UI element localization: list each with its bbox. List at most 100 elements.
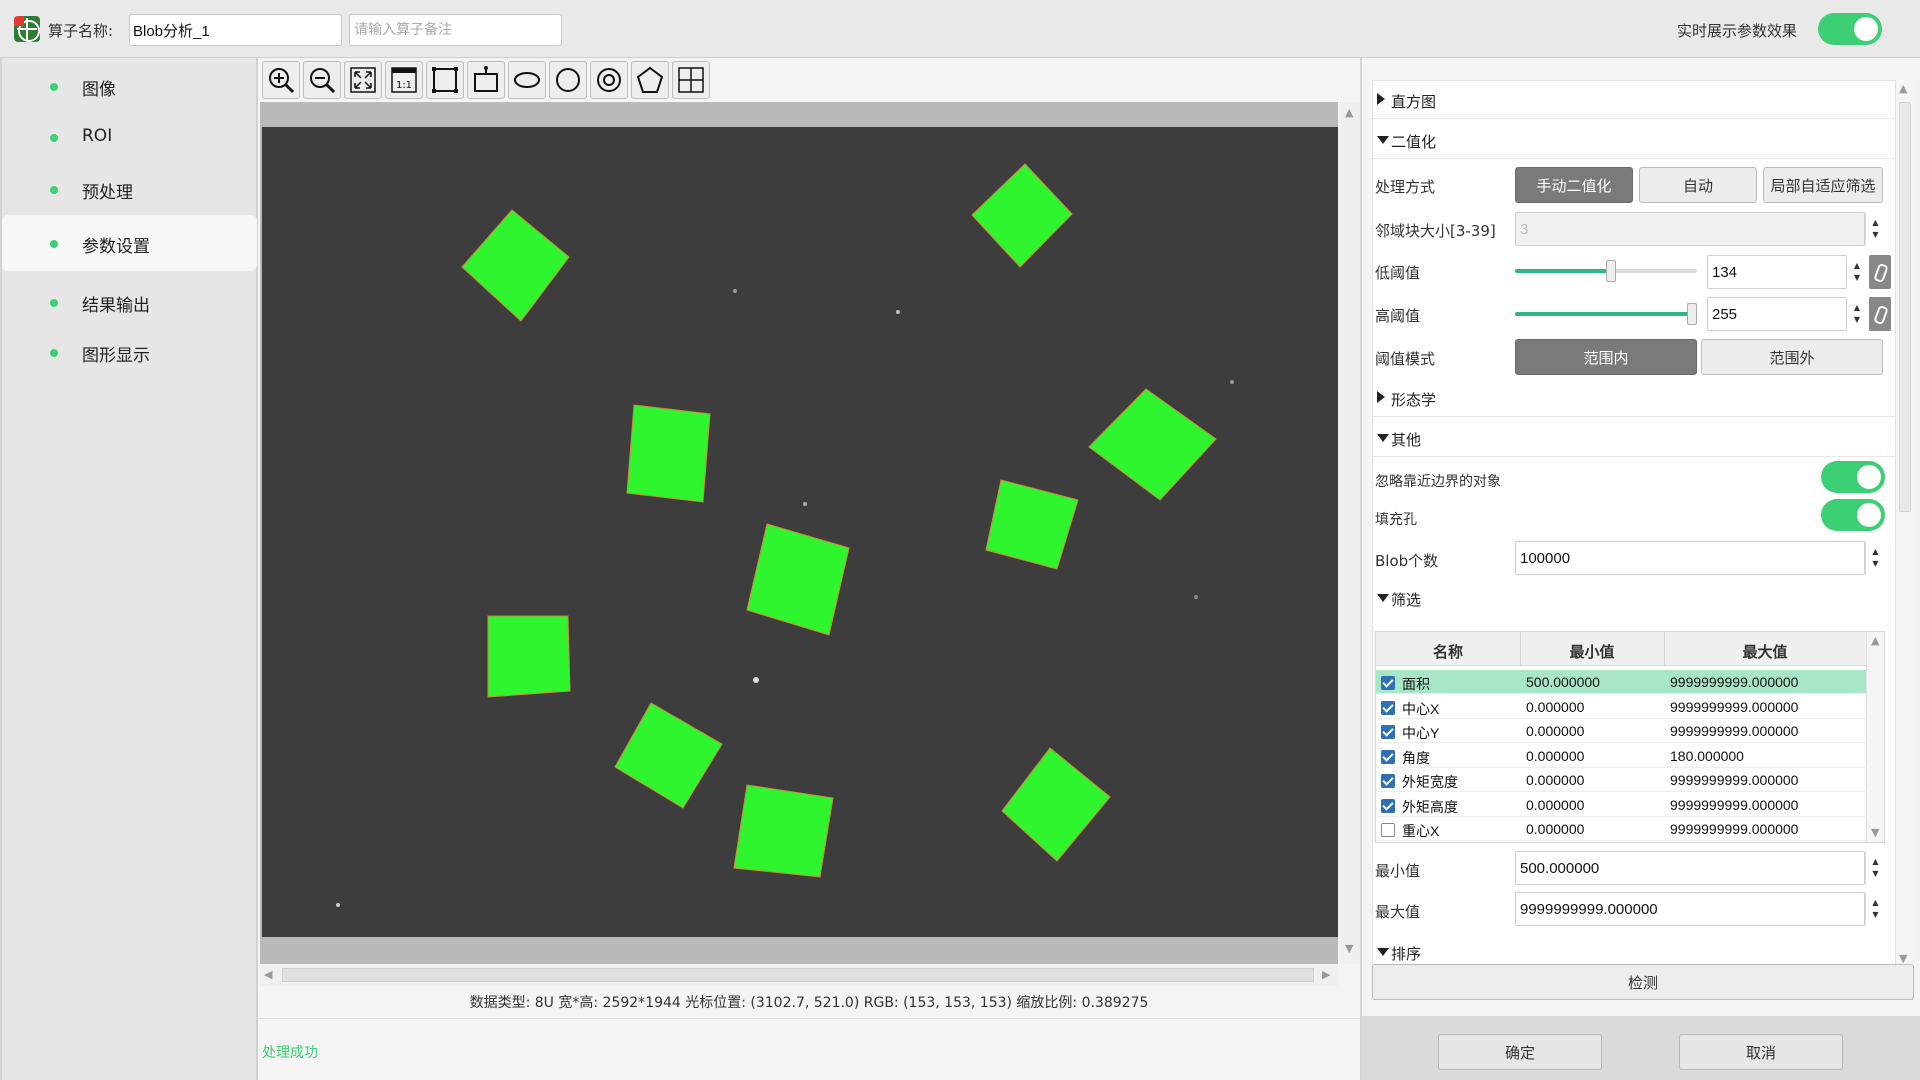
table-row[interactable]: 中心X 0.000000 9999999999.000000	[1376, 695, 1866, 719]
nav-item-label: 图形显示	[82, 346, 150, 366]
parameter-scrollbar[interactable]: ▲ ▼	[1896, 80, 1914, 970]
row-checkbox[interactable]	[1381, 798, 1395, 813]
method-auto-button[interactable]: 自动	[1639, 167, 1757, 203]
scroll-up-icon[interactable]: ▲	[1345, 106, 1353, 119]
scroll-right-icon[interactable]: ▶	[1322, 968, 1330, 981]
blob-count-stepper[interactable]: ▲ ▼	[1865, 541, 1885, 575]
nav-item-result-output[interactable]: 结果输出	[2, 274, 257, 330]
zoom-out-button[interactable]	[303, 61, 341, 99]
table-cell-name: 角度	[1402, 749, 1430, 766]
scroll-down-icon[interactable]: ▼	[1871, 826, 1879, 839]
blob-count-input[interactable]	[1515, 541, 1865, 575]
grid-roi-button[interactable]	[672, 61, 710, 99]
high-threshold-slider[interactable]	[1515, 303, 1697, 325]
horizontal-scroll-thumb[interactable]	[282, 968, 1314, 982]
mode-in-range-button[interactable]: 范围内	[1515, 339, 1697, 375]
table-row[interactable]: 外矩高度 0.000000 9999999999.000000	[1376, 793, 1866, 817]
polygon-roi-button[interactable]	[631, 61, 669, 99]
scroll-up-icon[interactable]: ▲	[1871, 634, 1879, 647]
section-title: 排序	[1391, 945, 1422, 963]
ok-button[interactable]: 确定	[1438, 1034, 1602, 1070]
table-row[interactable]: 角度 0.000000 180.000000	[1376, 744, 1866, 768]
nav-item-params[interactable]: 参数设置	[2, 215, 257, 271]
section-binarization[interactable]: 二值化	[1373, 121, 1897, 159]
canvas-vertical-scrollbar[interactable]: ▲ ▼	[1340, 102, 1360, 964]
row-checkbox[interactable]	[1381, 823, 1395, 837]
collapsed-arrow-icon	[1377, 391, 1385, 403]
high-threshold-input[interactable]	[1707, 297, 1847, 331]
table-row[interactable]: 外矩宽度 0.000000 9999999999.000000	[1376, 768, 1866, 792]
nav-item-image[interactable]: 图像	[2, 58, 257, 114]
column-header-max[interactable]: 最大值	[1664, 641, 1866, 662]
nav-item-preprocess[interactable]: 预处理	[2, 161, 257, 217]
section-morphology[interactable]: 形态学	[1373, 379, 1897, 417]
mode-out-range-button[interactable]: 范围外	[1701, 339, 1883, 375]
left-nav: 图像 ROI 预处理 参数设置 结果输出 图形显示	[2, 58, 257, 1080]
zoom-in-button[interactable]	[262, 61, 300, 99]
min-value-label: 最小值	[1375, 862, 1421, 880]
low-threshold-stepper[interactable]: ▲ ▼	[1847, 255, 1867, 289]
image-canvas[interactable]	[262, 127, 1338, 937]
row-checkbox[interactable]	[1381, 676, 1395, 690]
table-cell-min: 0.000000	[1526, 698, 1585, 715]
image-canvas-frame	[260, 102, 1338, 964]
rotated-rect-roi-button[interactable]	[467, 61, 505, 99]
high-threshold-stepper[interactable]: ▲ ▼	[1847, 297, 1867, 331]
table-cell-name: 外矩宽度	[1402, 774, 1458, 790]
table-row[interactable]: 面积 500.000000 9999999999.000000	[1376, 670, 1866, 694]
ignore-border-label: 忽略靠近边界的对象	[1375, 474, 1501, 490]
min-value-stepper[interactable]: ▲ ▼	[1865, 851, 1885, 885]
rotated-rect-icon	[474, 66, 498, 92]
nav-item-graphics[interactable]: 图形显示	[2, 324, 257, 380]
fit-window-button[interactable]	[344, 61, 382, 99]
ellipse-roi-button[interactable]	[508, 61, 546, 99]
row-checkbox[interactable]	[1381, 774, 1395, 788]
scroll-up-icon[interactable]: ▲	[1899, 82, 1907, 95]
link-icon[interactable]	[1869, 297, 1891, 331]
column-header-min[interactable]: 最小值	[1520, 641, 1664, 662]
table-cell-min: 0.000000	[1526, 772, 1585, 788]
expanded-arrow-icon	[1377, 948, 1389, 956]
max-value-stepper[interactable]: ▲ ▼	[1865, 892, 1885, 926]
min-value-input[interactable]	[1515, 851, 1865, 885]
divider	[258, 1018, 1360, 1019]
high-threshold-label: 高阈值	[1375, 307, 1421, 325]
rectangle-roi-button[interactable]	[426, 61, 464, 99]
rectangle-icon	[432, 67, 458, 93]
row-checkbox[interactable]	[1381, 700, 1395, 715]
scroll-left-icon[interactable]: ◀	[264, 968, 272, 981]
parameter-scroll-thumb[interactable]	[1899, 102, 1911, 512]
operator-note-input[interactable]	[349, 14, 562, 46]
table-row[interactable]: 中心Y 0.000000 9999999999.000000	[1376, 719, 1866, 743]
annulus-roi-button[interactable]	[590, 61, 628, 99]
actual-size-button[interactable]: 1:1	[385, 61, 423, 99]
ellipse-icon	[514, 72, 540, 88]
low-threshold-handle[interactable]	[1605, 260, 1616, 282]
fill-holes-toggle[interactable]	[1821, 499, 1885, 531]
column-header-name[interactable]: 名称	[1376, 641, 1520, 662]
low-threshold-slider[interactable]	[1515, 260, 1697, 282]
link-icon[interactable]	[1869, 255, 1891, 289]
low-threshold-input[interactable]	[1707, 255, 1847, 289]
filter-table-scrollbar[interactable]: ▲ ▼	[1866, 632, 1884, 842]
detect-button[interactable]: 检测	[1372, 964, 1914, 1000]
high-threshold-handle[interactable]	[1687, 303, 1697, 325]
section-filter[interactable]: 筛选	[1373, 579, 1897, 617]
method-manual-button[interactable]: 手动二值化	[1515, 167, 1633, 203]
canvas-horizontal-scrollbar[interactable]: ◀ ▶	[260, 964, 1338, 986]
row-checkbox[interactable]	[1381, 749, 1395, 764]
ignore-border-toggle[interactable]	[1821, 461, 1885, 493]
operator-name-input[interactable]	[129, 14, 342, 46]
realtime-preview-toggle[interactable]	[1818, 13, 1882, 45]
scroll-down-icon[interactable]: ▼	[1345, 942, 1353, 955]
neighbor-size-stepper: ▲ ▼	[1865, 212, 1885, 246]
table-row[interactable]: 重心X 0.000000 9999999999.000000	[1376, 817, 1866, 841]
cancel-button[interactable]: 取消	[1679, 1034, 1843, 1070]
section-histogram[interactable]: 直方图	[1373, 81, 1897, 119]
row-checkbox[interactable]	[1381, 725, 1395, 739]
max-value-input[interactable]	[1515, 892, 1865, 926]
nav-item-roi[interactable]: ROI	[2, 109, 257, 165]
circle-roi-button[interactable]	[549, 61, 587, 99]
section-other[interactable]: 其他	[1373, 419, 1897, 457]
method-local-adaptive-button[interactable]: 局部自适应筛选	[1763, 167, 1883, 203]
